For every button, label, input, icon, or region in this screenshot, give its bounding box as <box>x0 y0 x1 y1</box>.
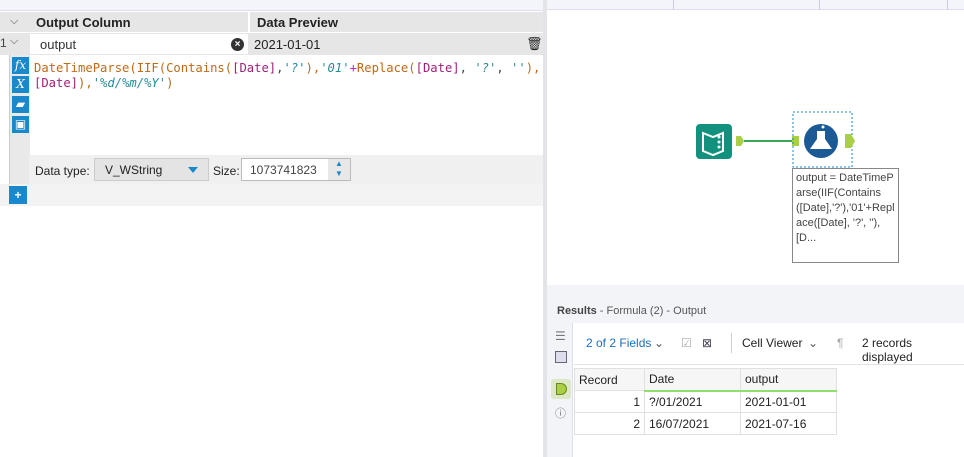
code-token: DateTimeParse(IIF(Contains( <box>34 61 233 75</box>
code-token: , <box>276 61 284 75</box>
pilcrow-icon[interactable]: ¶ <box>837 336 843 350</box>
table-row: 2 16/07/2021 2021-07-16 <box>574 412 837 435</box>
workflow-canvas[interactable] <box>547 0 964 285</box>
output-column-header: Output Column <box>36 15 131 30</box>
deselect-icon[interactable]: ⊠ <box>702 336 712 350</box>
code-token: ) <box>166 76 174 90</box>
formula-annotation: output = DateTimeParse(IIF(Contains([Dat… <box>792 168 899 263</box>
code-token: [Date] <box>232 61 277 75</box>
code-token: '%d/%m/%Y' <box>92 76 167 90</box>
code-token: [Date] <box>34 76 79 90</box>
formula-config-panel: ⌵ Output Column Data Preview 1 ⌵ × 2021-… <box>0 0 543 457</box>
date-cell[interactable]: 16/07/2021 <box>644 412 741 435</box>
size-value: 1073741823 <box>250 163 317 177</box>
variables-icon[interactable]: X <box>12 76 29 93</box>
data-preview-value: 2021-01-01 <box>254 37 321 52</box>
results-body: ☰ ⓘ 2 of 2 Fields ⌄ ☑ ⊠ Cell Viewer ⌄ ¶ … <box>549 323 964 457</box>
code-token: ), <box>78 76 93 90</box>
data-type-value: V_WString <box>105 163 163 177</box>
dropdown-arrow-icon <box>188 167 198 173</box>
code-token: '' <box>511 61 526 75</box>
code-token: Replace( <box>356 61 416 75</box>
size-input[interactable]: 1073741823 ▲ ▼ <box>241 158 351 181</box>
code-token: ), <box>525 61 541 75</box>
output-cell[interactable]: 2021-07-16 <box>740 412 837 435</box>
expression-code[interactable]: DateTimeParse(IIF(Contains([Date],'?'),'… <box>34 61 540 91</box>
output-cell[interactable]: 2021-01-01 <box>740 390 837 413</box>
results-toolbar: 2 of 2 Fields ⌄ ☑ ⊠ Cell Viewer ⌄ ¶ 2 re… <box>574 323 964 365</box>
list-icon[interactable]: ☰ <box>555 329 566 343</box>
date-cell[interactable]: ?/01/2021 <box>644 390 741 413</box>
results-subtitle: - Formula (2) - Output <box>596 305 707 317</box>
top-strip <box>0 0 543 11</box>
code-token: '01' <box>320 61 350 75</box>
cell-viewer-dropdown[interactable]: Cell Viewer <box>742 336 802 350</box>
output-column-input[interactable] <box>30 34 248 54</box>
table-header-row: Record Date output <box>574 368 837 392</box>
record-cell[interactable]: 1 <box>574 390 645 413</box>
code-token: '?' <box>283 61 306 75</box>
collapse-chevron-icon[interactable]: ⌵ <box>10 35 18 48</box>
formula-output-anchor-icon[interactable] <box>845 134 855 148</box>
results-table: Record Date output 1 ?/01/2021 2021-01-0… <box>574 368 837 435</box>
size-spinner[interactable]: ▲ ▼ <box>328 159 350 180</box>
data-type-bar: Data type: V_WString Size: 1073741823 ▲ ▼ <box>29 155 543 184</box>
code-token: ), <box>305 61 321 75</box>
input-anchor-icon[interactable] <box>792 136 799 146</box>
table-row: 1 ?/01/2021 2021-01-01 <box>574 390 837 413</box>
delete-trash-icon[interactable]: 🗑 <box>526 36 543 52</box>
data-preview-header: Data Preview <box>257 15 338 30</box>
results-panel: Results - Formula (2) - Output ☰ ⓘ 2 of … <box>547 285 964 457</box>
input-data-tool-icon[interactable] <box>696 124 732 159</box>
add-expression-button[interactable]: + <box>9 186 27 204</box>
workflow-graph <box>696 111 855 168</box>
metadata-icon[interactable] <box>555 351 567 363</box>
functions-icon[interactable]: fx <box>12 57 29 74</box>
results-title: Results - Formula (2) - Output <box>557 305 706 317</box>
code-token: + <box>349 61 357 75</box>
check-icon[interactable]: ☑ <box>681 336 692 350</box>
code-token: , <box>459 61 475 75</box>
expression-row: 1 ⌵ × 2021-01-01 🗑 <box>0 33 543 55</box>
save-icon[interactable]: ▣ <box>12 116 29 133</box>
output-anchor-icon[interactable] <box>736 136 744 146</box>
open-folder-icon[interactable]: ▰ <box>12 96 29 113</box>
column-header-output[interactable]: output <box>740 368 837 392</box>
data-type-select[interactable]: V_WString <box>94 158 209 181</box>
add-expression-bar: + <box>0 184 543 206</box>
results-sidebar: ☰ ⓘ <box>549 323 573 457</box>
size-label: Size: <box>213 164 240 178</box>
data-view-icon[interactable] <box>551 379 571 399</box>
record-cell[interactable]: 2 <box>574 412 645 435</box>
column-header-record[interactable]: Record <box>574 368 645 391</box>
data-type-label: Data type: <box>35 164 90 178</box>
results-label: Results <box>557 305 597 317</box>
row-number: 1 <box>0 36 7 50</box>
chevron-down-icon[interactable]: ⌄ <box>654 336 664 350</box>
help-icon[interactable]: ⓘ <box>555 405 566 421</box>
expression-tool-icons: fx X ▰ ▣ <box>10 55 30 184</box>
code-token: , <box>496 61 512 75</box>
clear-icon[interactable]: × <box>231 38 244 51</box>
code-token: '?' <box>474 61 497 75</box>
formula-tool-icon[interactable] <box>804 124 838 158</box>
expression-header: ⌵ Output Column Data Preview <box>0 12 543 33</box>
code-token: [Date] <box>415 61 460 75</box>
collapse-all-chevron-icon[interactable]: ⌵ <box>10 15 28 31</box>
chevron-down-icon[interactable]: ⌄ <box>808 336 818 350</box>
fields-dropdown[interactable]: 2 of 2 Fields <box>586 336 651 350</box>
records-count: 2 records displayed <box>862 336 913 364</box>
column-header-date[interactable]: Date <box>644 368 741 392</box>
